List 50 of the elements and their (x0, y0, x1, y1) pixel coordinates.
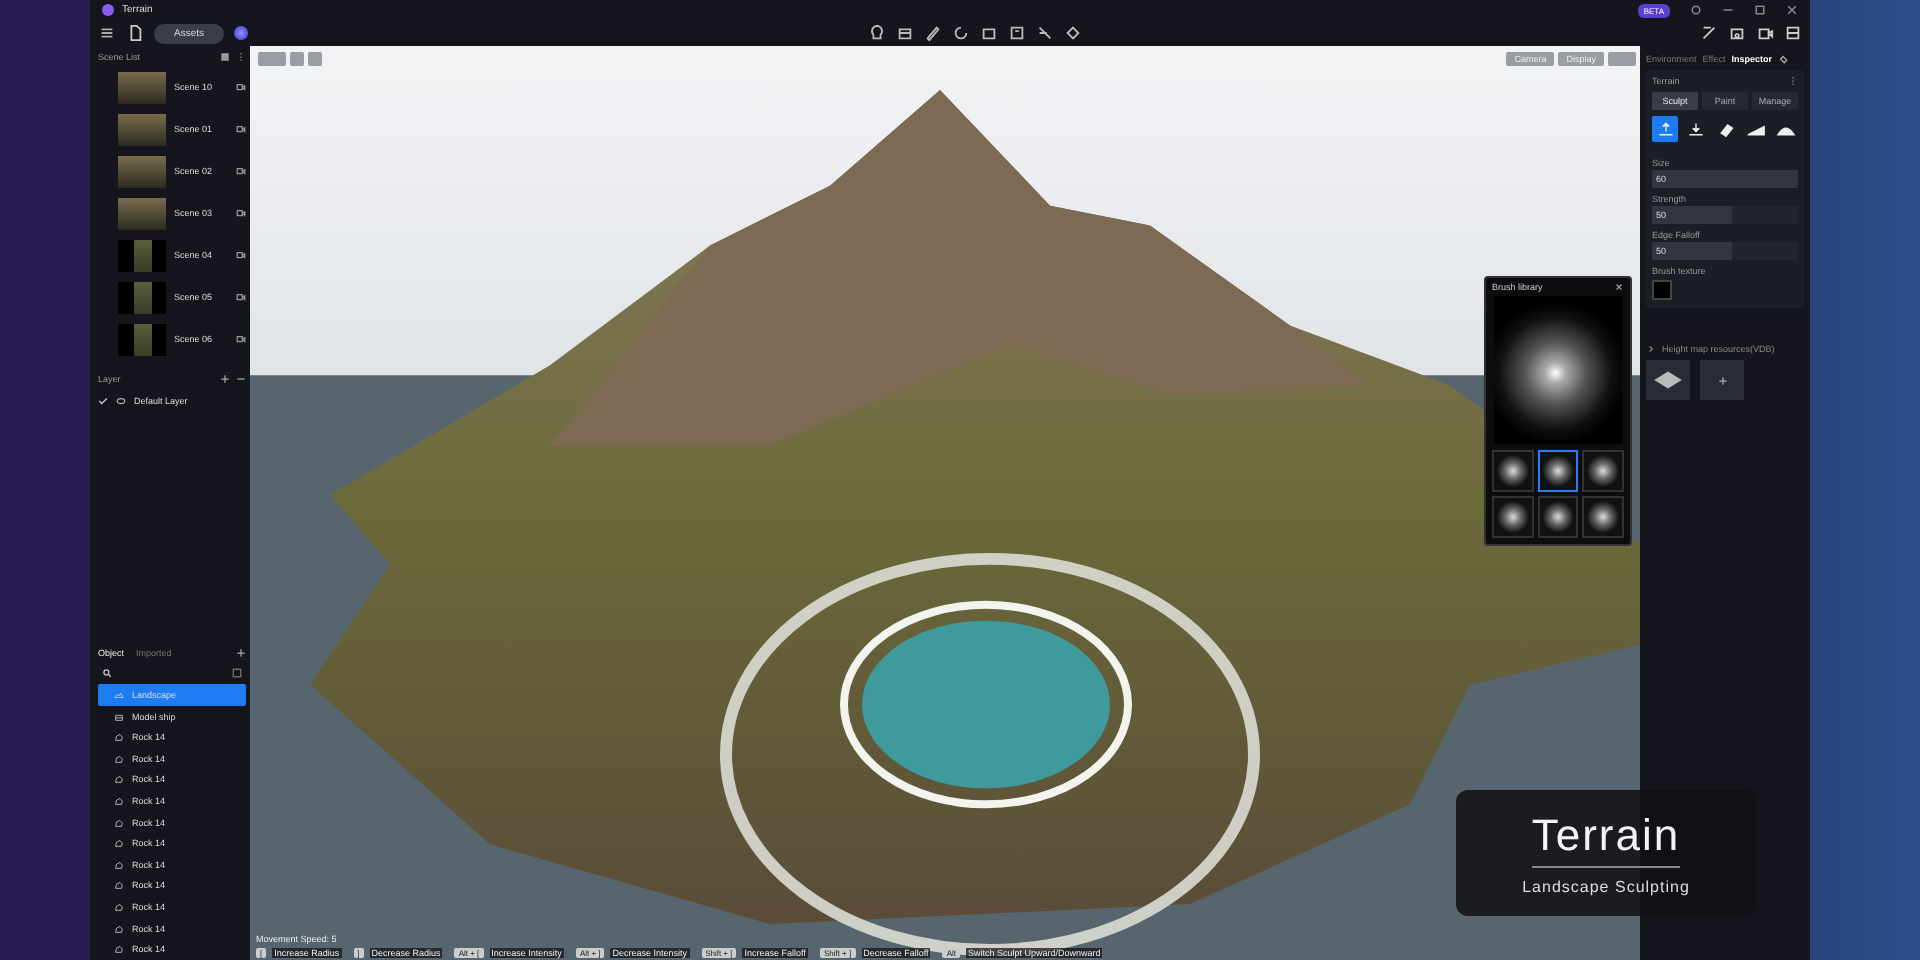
camera-icon[interactable] (236, 166, 246, 176)
toolbar-action-icon[interactable] (1756, 24, 1775, 42)
sculpt-brush-icon (1685, 120, 1705, 138)
camera-icon[interactable] (236, 82, 246, 92)
file-icon[interactable] (126, 24, 144, 42)
app-logo-icon (102, 4, 114, 16)
avatar-icon[interactable] (234, 26, 249, 40)
toolbar-tool-icon[interactable] (867, 24, 886, 42)
collapse-icon[interactable] (236, 373, 246, 383)
minimize-icon[interactable] (1722, 4, 1734, 16)
brush-thumbnail[interactable] (1582, 450, 1624, 492)
heightmap-thumbnail[interactable] (1646, 360, 1690, 400)
add-icon[interactable] (220, 373, 230, 383)
caption-title: Terrain (1531, 810, 1681, 868)
toolbar-action-icon[interactable] (1784, 24, 1803, 42)
brush-thumbnail[interactable] (1537, 450, 1579, 492)
add-icon (1717, 375, 1727, 385)
brush-thumbnail[interactable] (1582, 496, 1624, 538)
object-type-icon (114, 690, 124, 701)
add-icon[interactable] (236, 647, 246, 658)
brush-texture-swatch[interactable] (1652, 280, 1672, 300)
close-icon[interactable] (1786, 4, 1798, 16)
brush-thumbnail[interactable] (1537, 496, 1579, 538)
search-icon (102, 668, 112, 679)
camera-icon[interactable] (236, 334, 246, 344)
toolbar-tool-icon[interactable] (1063, 24, 1082, 42)
toolbar-tool-icon[interactable] (1035, 24, 1054, 42)
camera-icon[interactable] (236, 292, 246, 302)
close-icon[interactable] (1614, 282, 1624, 292)
object-type-icon (114, 711, 124, 722)
camera-icon[interactable] (236, 124, 246, 134)
camera-icon[interactable] (236, 208, 246, 218)
save-icon[interactable] (220, 51, 230, 61)
camera-icon[interactable] (236, 250, 246, 260)
settings-icon[interactable] (1690, 4, 1702, 16)
chevron-icon[interactable] (1646, 344, 1656, 354)
toolbar-tool-icon[interactable] (895, 24, 914, 42)
toolbar-tool-icon[interactable] (1007, 24, 1026, 42)
menu-icon[interactable] (98, 24, 116, 42)
maximize-icon[interactable] (1754, 4, 1766, 16)
caption-subtitle: Landscape Sculpting (1522, 878, 1690, 896)
sculpt-brush-icon (1655, 120, 1675, 138)
eye-icon[interactable] (116, 395, 126, 405)
filter-icon[interactable] (232, 668, 242, 679)
check-icon[interactable] (98, 395, 108, 405)
toolbar-action-icon[interactable] (1700, 24, 1719, 42)
brush-thumbnail[interactable] (1492, 450, 1534, 492)
brush-thumbnail[interactable] (1492, 496, 1534, 538)
toolbar-action-icon[interactable] (1728, 24, 1747, 42)
terrain-tile-icon (1650, 368, 1686, 392)
